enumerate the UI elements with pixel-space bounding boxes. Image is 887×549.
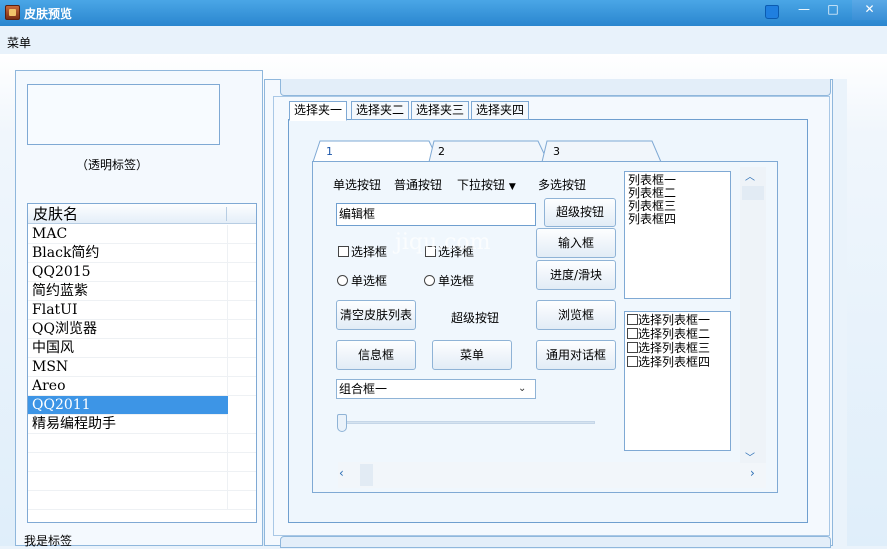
list-item-selected[interactable]: QQ2011 bbox=[28, 396, 228, 415]
checkbox-icon bbox=[627, 328, 638, 339]
header-separator bbox=[226, 207, 227, 221]
transparent-label-box bbox=[27, 84, 220, 145]
scroll-up-icon[interactable]: ︿ bbox=[745, 168, 755, 183]
radio-icon bbox=[424, 275, 435, 286]
multi-select-button[interactable]: 多选按钮 bbox=[538, 176, 586, 193]
common-dialog-button[interactable]: 通用对话框 bbox=[536, 340, 616, 370]
radio-1[interactable]: 单选框 bbox=[337, 272, 387, 289]
list-box-item[interactable]: 列表框四 bbox=[628, 213, 676, 226]
minimize-button[interactable]: — bbox=[791, 0, 817, 20]
check-list-item[interactable]: 选择列表框二 bbox=[627, 328, 710, 341]
list-item[interactable]: Black简约 bbox=[28, 244, 256, 263]
list-header[interactable]: 皮肤名 bbox=[28, 204, 256, 224]
scroll-left-icon[interactable]: ‹ bbox=[339, 466, 344, 480]
inner-tab-1[interactable]: 1 bbox=[326, 141, 333, 162]
radio-button-label[interactable]: 单选按钮 bbox=[333, 176, 381, 193]
clear-skin-list-button[interactable]: 清空皮肤列表 bbox=[336, 300, 416, 330]
watermark: jiqu.com bbox=[395, 230, 491, 255]
checkbox-icon bbox=[338, 246, 349, 257]
list-box[interactable]: 列表框一 列表框二 列表框三 列表框四 bbox=[624, 171, 731, 299]
edit-box[interactable]: 编辑框 bbox=[336, 203, 536, 226]
list-item[interactable]: MAC bbox=[28, 225, 256, 244]
info-box-button[interactable]: 信息框 bbox=[336, 340, 416, 370]
tab-4[interactable]: 选择夹四 bbox=[471, 101, 530, 120]
normal-button[interactable]: 普通按钮 bbox=[394, 176, 442, 193]
progress-slider-button[interactable]: 进度/滑块 bbox=[536, 260, 616, 290]
vertical-scrollbar[interactable] bbox=[740, 167, 766, 463]
right-rail bbox=[832, 79, 847, 546]
scroll-right-icon[interactable]: › bbox=[750, 466, 755, 480]
right-bottom-strip bbox=[280, 536, 831, 548]
menu-bar bbox=[0, 26, 887, 54]
list-item[interactable]: 简约蓝紫 bbox=[28, 282, 256, 301]
list-item bbox=[28, 453, 256, 472]
list-item[interactable]: 精易编程助手 bbox=[28, 415, 256, 434]
browse-button[interactable]: 浏览框 bbox=[536, 300, 616, 330]
menu-button[interactable]: 菜单 bbox=[432, 340, 512, 370]
tab-3[interactable]: 选择夹三 bbox=[411, 101, 470, 120]
inner-tab-strip bbox=[312, 140, 662, 163]
inner-tab-2[interactable]: 2 bbox=[438, 141, 445, 162]
tab-1[interactable]: 选择夹一 bbox=[289, 101, 348, 121]
transparent-label: （透明标签） bbox=[76, 158, 149, 172]
list-item[interactable]: Areo bbox=[28, 377, 256, 396]
slider-thumb[interactable] bbox=[337, 414, 347, 432]
super-button-flat[interactable]: 超级按钮 bbox=[451, 309, 499, 326]
slider-track[interactable] bbox=[345, 421, 595, 424]
right-top-strip bbox=[280, 79, 831, 96]
tab-2[interactable]: 选择夹二 bbox=[351, 101, 410, 120]
list-item bbox=[28, 491, 256, 510]
maximize-button[interactable]: □ bbox=[820, 0, 846, 20]
input-box-button[interactable]: 输入框 bbox=[536, 228, 616, 258]
window-title: 皮肤预览 bbox=[24, 7, 73, 21]
title-bar bbox=[0, 0, 887, 26]
list-item bbox=[28, 472, 256, 491]
skin-list[interactable]: 皮肤名 MAC Black简约 QQ2015 简约蓝紫 FlatUI QQ浏览器… bbox=[27, 203, 257, 523]
list-item[interactable]: MSN bbox=[28, 358, 256, 377]
list-item[interactable]: QQ浏览器 bbox=[28, 320, 256, 339]
combo-box[interactable]: 组合框一 bbox=[336, 379, 536, 399]
checkbox-1[interactable]: 选择框 bbox=[338, 243, 387, 260]
menu-item[interactable]: 菜单 bbox=[7, 34, 31, 51]
list-item[interactable]: QQ2015 bbox=[28, 263, 256, 282]
list-item[interactable]: 中国风 bbox=[28, 339, 256, 358]
vertical-scroll-thumb[interactable] bbox=[742, 186, 764, 200]
dropdown-button[interactable]: 下拉按钮 ▼ bbox=[457, 176, 516, 193]
check-list-item[interactable]: 选择列表框一 bbox=[627, 314, 710, 327]
check-list-item[interactable]: 选择列表框三 bbox=[627, 342, 710, 355]
radio-icon bbox=[337, 275, 348, 286]
list-item bbox=[28, 434, 256, 453]
dropdown-arrow-icon: ▼ bbox=[508, 182, 516, 192]
scroll-down-icon[interactable]: ﹀ bbox=[745, 449, 755, 464]
close-button[interactable]: ✕ bbox=[852, 0, 887, 20]
bottom-label: 我是标签 bbox=[24, 534, 73, 548]
list-item[interactable]: FlatUI bbox=[28, 301, 256, 320]
check-list-item[interactable]: 选择列表框四 bbox=[627, 356, 710, 369]
super-button[interactable]: 超级按钮 bbox=[544, 198, 616, 227]
app-icon bbox=[5, 5, 20, 20]
inner-tab-3[interactable]: 3 bbox=[553, 141, 560, 162]
checkbox-icon bbox=[627, 356, 638, 367]
checkbox-icon bbox=[627, 342, 638, 353]
radio-2[interactable]: 单选框 bbox=[424, 272, 474, 289]
horizontal-scroll-thumb[interactable] bbox=[360, 464, 373, 486]
check-list-box[interactable]: 选择列表框一 选择列表框二 选择列表框三 选择列表框四 bbox=[624, 311, 731, 451]
skin-shirt-icon[interactable] bbox=[762, 2, 782, 22]
horizontal-scrollbar[interactable] bbox=[338, 462, 766, 488]
chevron-down-icon[interactable]: ⌄ bbox=[518, 383, 526, 394]
checkbox-icon bbox=[627, 314, 638, 325]
